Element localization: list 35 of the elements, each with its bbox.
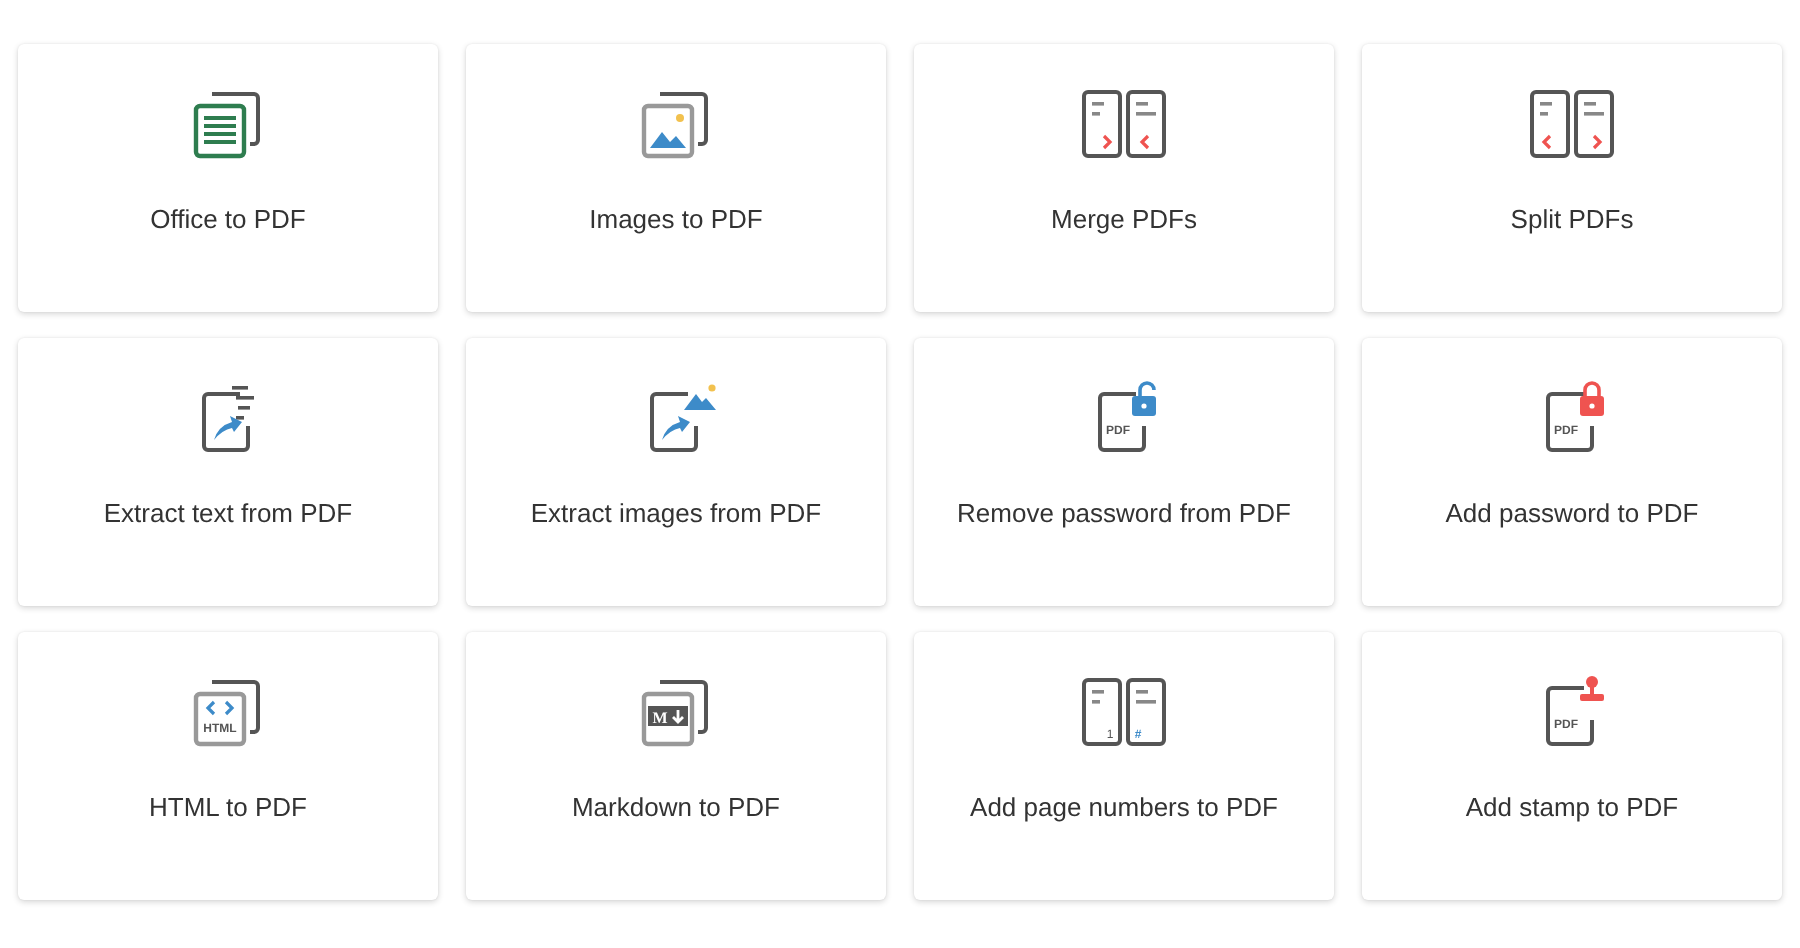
split-icon xyxy=(1530,90,1614,158)
document-icon xyxy=(1098,392,1146,452)
card-label: Add page numbers to PDF xyxy=(970,792,1278,822)
stamp-icon xyxy=(1580,676,1604,701)
tool-card[interactable]: M Markdown to PDF xyxy=(466,632,886,900)
merge-icon xyxy=(1082,90,1166,158)
tool-card[interactable]: Office to PDF xyxy=(18,44,438,312)
card-label: Add stamp to PDF xyxy=(1465,792,1679,822)
icon-label: M xyxy=(652,709,668,727)
tool-card[interactable]: Merge PDFs xyxy=(914,44,1334,312)
markdown-file-icon xyxy=(641,680,708,747)
extract-text-icon xyxy=(202,386,254,452)
card-label: HTML to PDF xyxy=(149,792,307,822)
extract-image-icon xyxy=(650,384,716,452)
padlock-icon xyxy=(1580,381,1604,416)
document-icon xyxy=(1546,686,1594,746)
card-label: Office to PDF xyxy=(150,204,306,234)
card-label: Images to PDF xyxy=(589,204,763,234)
card-label: Extract text from PDF xyxy=(103,498,353,528)
html-file-icon xyxy=(193,680,260,747)
card-label: Add password to PDF xyxy=(1445,498,1699,528)
card-label: Markdown to PDF xyxy=(571,792,781,822)
tool-card[interactable]: Split PDFs xyxy=(1362,44,1782,312)
open-padlock-icon xyxy=(1132,381,1156,416)
document-icon xyxy=(1546,392,1594,452)
card-label: Extract images from PDF xyxy=(530,498,822,528)
card-label: Split PDFs xyxy=(1510,204,1634,234)
image-file-icon xyxy=(641,92,708,159)
card-label: Merge PDFs xyxy=(1051,204,1197,234)
page-numbers-icon xyxy=(1082,678,1166,746)
tool-card[interactable]: Extract images from PDF xyxy=(466,338,886,606)
spreadsheet-icon xyxy=(193,92,260,159)
tool-card[interactable]: Images to PDF xyxy=(466,44,886,312)
tool-card[interactable]: Extract text from PDF xyxy=(18,338,438,606)
card-label: Remove password from PDF xyxy=(957,498,1291,528)
